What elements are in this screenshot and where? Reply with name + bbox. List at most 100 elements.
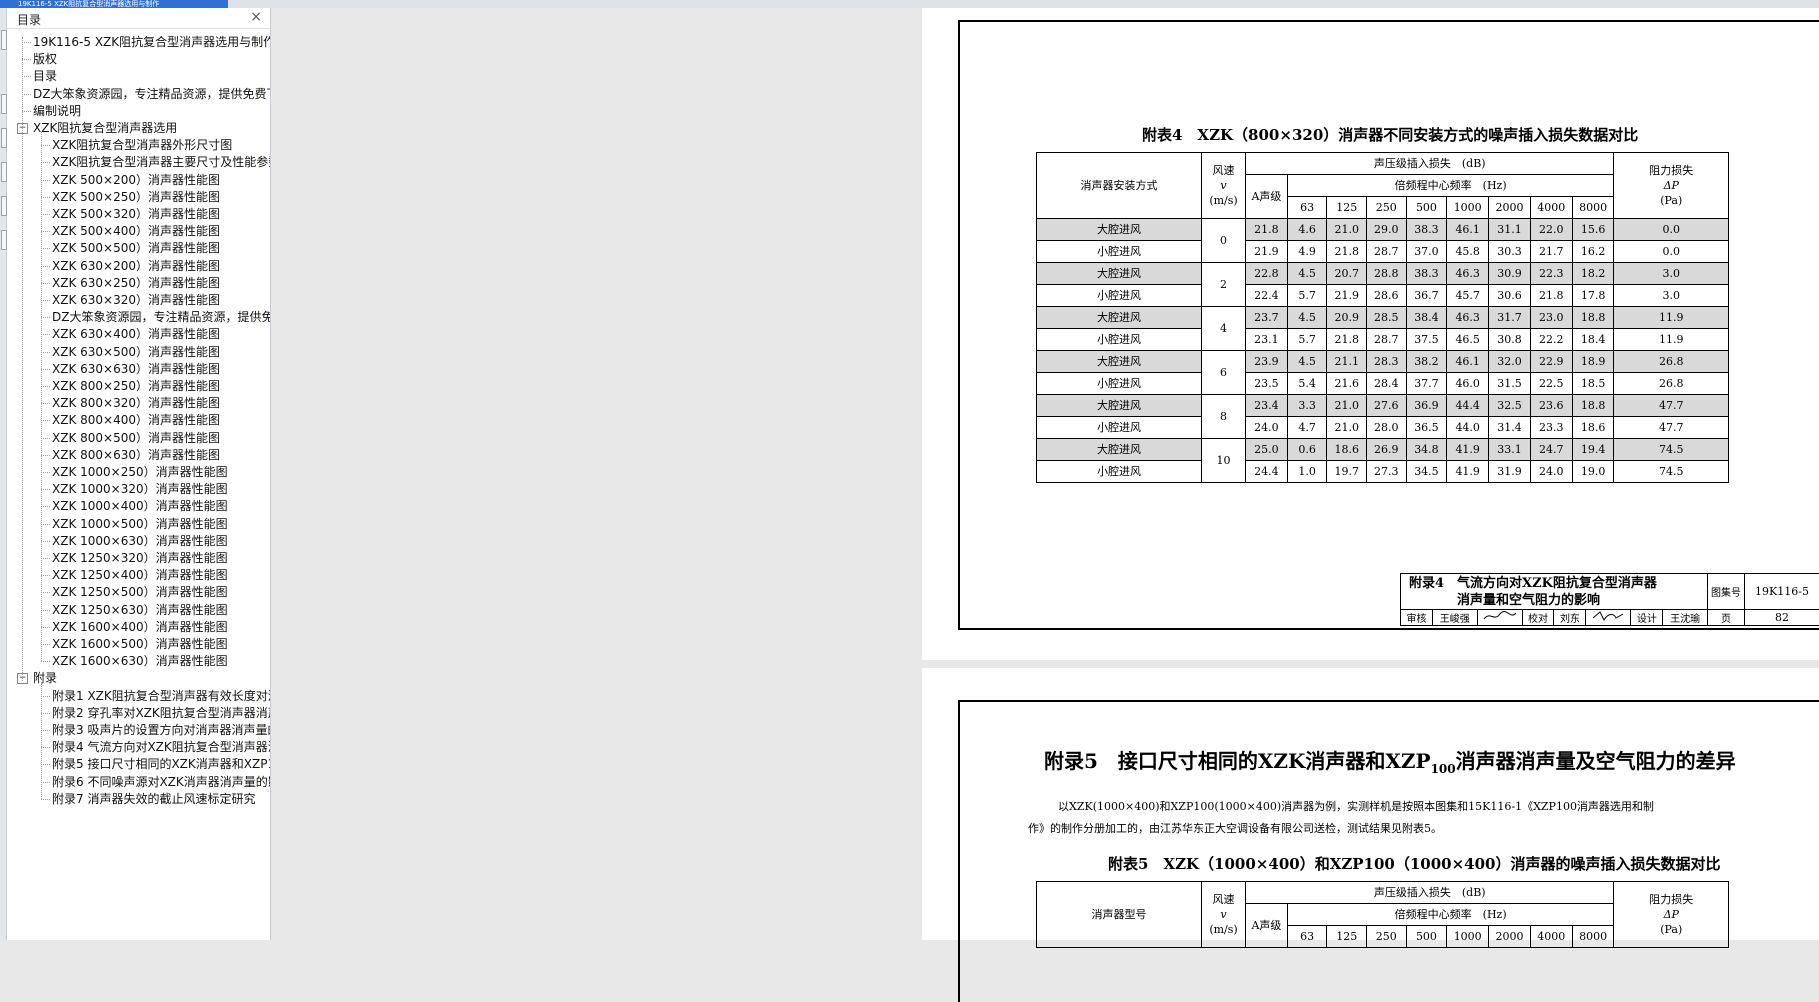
design-label: 设计 [1631, 610, 1663, 626]
cell-value: 5.7 [1287, 285, 1327, 307]
cell-speed: 0 [1202, 219, 1246, 263]
cell-value: 46.1 [1447, 351, 1489, 373]
cell-method: 大腔进风 [1037, 307, 1202, 329]
cell-value: 24.7 [1530, 439, 1572, 461]
cell-value: 31.5 [1489, 373, 1531, 395]
cell-value: 18.5 [1572, 373, 1614, 395]
cell-value: 45.8 [1447, 241, 1489, 263]
header-spl: 声压级插入损失 (dB) [1246, 153, 1614, 175]
title-block: 附录4 气流方向对XZK阻抗复合型消声器 消声量和空气阻力的影响 图集号 19K… [1400, 573, 1819, 626]
cell-method: 大腔进风 [1037, 395, 1202, 417]
header-freq: 2000 [1489, 197, 1531, 219]
pdf-page-83: 附录5 接口尺寸相同的XZK消声器和XZP100消声器消声量及空气阻力的差异 以… [922, 668, 1819, 940]
cell-value: 37.0 [1406, 241, 1447, 263]
tree-connector [41, 782, 50, 783]
tree-line [41, 132, 42, 661]
header-freq: 125 [1327, 197, 1367, 219]
cell-value: 32.0 [1489, 351, 1531, 373]
cell-value: 38.2 [1406, 351, 1447, 373]
tree-connector [41, 180, 50, 181]
header-freq: 250 [1367, 197, 1407, 219]
cell-a-level: 23.5 [1246, 373, 1288, 395]
tree-connector [41, 300, 50, 301]
header-model: 消声器型号 [1037, 882, 1202, 948]
cell-value: 38.3 [1406, 263, 1447, 285]
designer-name: 王沈瑜 [1663, 610, 1708, 626]
cell-value: 16.2 [1572, 241, 1614, 263]
cell-value: 32.5 [1489, 395, 1531, 417]
cell-value: 23.0 [1530, 307, 1572, 329]
tree-connector [41, 644, 50, 645]
cell-value: 46.0 [1447, 373, 1489, 395]
close-icon[interactable]: × [250, 9, 262, 25]
cell-value: 27.3 [1367, 461, 1407, 483]
tree-connector [41, 610, 50, 611]
header-freq: 500 [1406, 197, 1447, 219]
cell-value: 31.1 [1489, 219, 1531, 241]
cell-value: 23.3 [1530, 417, 1572, 439]
header-wind-speed-2: 风速v(m/s) [1202, 882, 1246, 948]
cell-value: 21.0 [1327, 219, 1367, 241]
cell-value: 30.8 [1489, 329, 1531, 351]
cell-value: 41.9 [1447, 439, 1489, 461]
cell-method: 大腔进风 [1037, 351, 1202, 373]
cell-resistance: 0.0 [1614, 241, 1729, 263]
header-method: 消声器安装方式 [1037, 153, 1202, 219]
cell-value: 5.4 [1287, 373, 1327, 395]
tree-connector [41, 696, 50, 697]
cell-value: 21.0 [1327, 417, 1367, 439]
table-row: 大腔进风021.84.621.029.038.346.131.122.015.6… [1037, 219, 1729, 241]
tree-connector [41, 575, 50, 576]
cell-value: 19.7 [1327, 461, 1367, 483]
table-row: 小腔进风23.15.721.828.737.546.530.822.218.41… [1037, 329, 1729, 351]
cell-value: 33.1 [1489, 439, 1531, 461]
cell-value: 0.6 [1287, 439, 1327, 461]
header-resistance-2: 阻力损失ΔP(Pa) [1614, 882, 1729, 948]
cell-value: 18.2 [1572, 263, 1614, 285]
cell-value: 30.3 [1489, 241, 1531, 263]
cell-method: 大腔进风 [1037, 219, 1202, 241]
cell-a-level: 25.0 [1246, 439, 1288, 461]
reviewer-name: 王峻强 [1432, 610, 1477, 626]
cell-value: 18.4 [1572, 329, 1614, 351]
cell-value: 24.0 [1530, 461, 1572, 483]
cell-speed: 2 [1202, 263, 1246, 307]
cell-value: 5.7 [1287, 329, 1327, 351]
tree-connector [41, 266, 50, 267]
cell-resistance: 74.5 [1614, 461, 1729, 483]
appendix-5-paragraph-line1: 以XZK(1000×400)和XZP100(1000×400)消声器为例，实测样… [1058, 796, 1654, 818]
cell-a-level: 23.7 [1246, 307, 1288, 329]
sidebar-title: 目录 [17, 11, 41, 28]
tree-connector [41, 214, 50, 215]
cell-value: 3.3 [1287, 395, 1327, 417]
header-octave-2: 倍频程中心频率 (Hz) [1287, 904, 1614, 926]
cell-value: 36.5 [1406, 417, 1447, 439]
header-freq: 250 [1367, 926, 1407, 948]
pdf-page-82: 附表4 XZK（800×320）消声器不同安装方式的噪声插入损失数据对比 消声器… [922, 8, 1819, 660]
toc-item[interactable]: 附录7 消声器失效的截止风速标定研究 [52, 789, 270, 809]
cell-a-level: 21.9 [1246, 241, 1288, 263]
cell-value: 18.6 [1572, 417, 1614, 439]
tree-connector [41, 764, 50, 765]
cell-resistance: 47.7 [1614, 417, 1729, 439]
document-tab[interactable]: 19K116-5 XZK阻抗复合型消声器选用与制作 [0, 0, 228, 8]
tree-connector [41, 438, 50, 439]
checker-signature [1586, 610, 1631, 626]
cell-a-level: 22.8 [1246, 263, 1288, 285]
tree-connector [41, 506, 50, 507]
cell-value: 22.9 [1530, 351, 1572, 373]
tree-connector [41, 145, 50, 146]
tree-connector [41, 472, 50, 473]
cell-resistance: 3.0 [1614, 285, 1729, 307]
cell-value: 4.5 [1287, 351, 1327, 373]
cell-a-level: 24.0 [1246, 417, 1288, 439]
cell-a-level: 21.8 [1246, 219, 1288, 241]
tree-connector [22, 59, 31, 60]
review-label: 审核 [1401, 610, 1433, 626]
cell-value: 31.9 [1489, 461, 1531, 483]
checker-name: 刘东 [1554, 610, 1586, 626]
cell-value: 46.5 [1447, 329, 1489, 351]
header-freq: 2000 [1489, 926, 1531, 948]
cell-value: 29.0 [1367, 219, 1407, 241]
tree-line [22, 37, 23, 681]
